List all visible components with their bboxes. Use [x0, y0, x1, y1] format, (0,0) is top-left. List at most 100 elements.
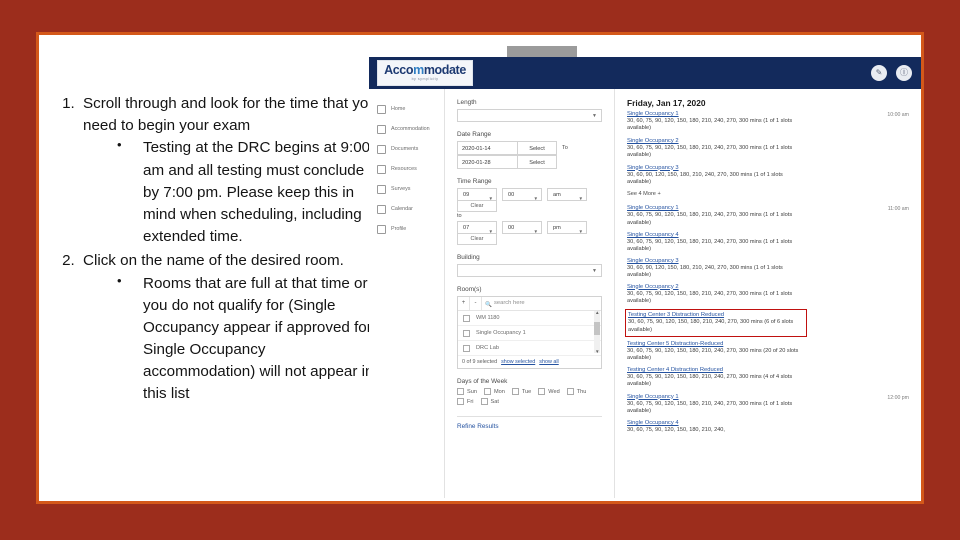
day-label-fri: Fri	[467, 398, 474, 405]
room-link[interactable]: Single Occupancy 4	[627, 420, 911, 426]
room-link[interactable]: Single Occupancy 3	[627, 258, 911, 264]
day-checkbox-sat[interactable]: Sat	[480, 398, 499, 405]
edit-icon[interactable]: ✎	[871, 65, 887, 81]
show-all-link[interactable]: show all	[539, 359, 558, 365]
refine-results-button[interactable]: Refine Results	[457, 416, 602, 430]
sidebar-label-resources: Resources	[391, 166, 417, 172]
room-availability: 30, 60, 75, 90, 120, 150, 180, 210, 240,…	[627, 400, 793, 414]
day-checkbox-fri[interactable]: Fri	[457, 398, 474, 405]
building-label: Building	[457, 254, 480, 261]
checkbox-icon[interactable]	[463, 344, 470, 352]
calendar-icon	[377, 204, 386, 214]
rooms-option-list[interactable]: WM 1180 Single Occupancy 1 DRC Lab ▲ ▼	[458, 310, 601, 356]
rooms-picker: + - search here WM 1180 Single Occupancy…	[457, 296, 602, 369]
show-selected-link[interactable]: show selected	[501, 359, 535, 365]
app-body: Home Accommodation Documents Resources S…	[369, 89, 921, 498]
days-of-week-group: Sun Mon Tue Wed Thu Fri Sat	[457, 388, 602, 405]
sidebar-item-surveys[interactable]: Surveys	[369, 179, 444, 199]
date-from-input[interactable]: 2020-01-14	[457, 141, 517, 155]
sidebar-item-profile[interactable]: Profile	[369, 219, 444, 239]
rooms-search-input[interactable]: search here	[482, 297, 601, 312]
rooms-option-row[interactable]: DRC Lab	[458, 341, 601, 356]
resources-icon	[377, 164, 386, 174]
checkbox-icon[interactable]	[483, 388, 491, 395]
group-time-label: 10:00 am	[887, 112, 909, 118]
rooms-option-row[interactable]: WM 1180	[458, 311, 601, 326]
step-1-sub-1: Testing at the DRC begins at 9:00 am and…	[117, 136, 379, 248]
room-availability: 30, 60, 75, 90, 120, 150, 180, 210, 240,…	[627, 144, 793, 159]
time-from-hour-select[interactable]: 09	[457, 188, 497, 205]
scroll-up-arrow-icon[interactable]: ▲	[595, 310, 600, 315]
date-range-to-label: To	[562, 145, 568, 151]
room-link[interactable]: Single Occupancy 1	[627, 205, 911, 211]
see-more-link[interactable]: See 4 More +	[627, 191, 911, 197]
result-item: Single Occupancy 4 30, 60, 75, 90, 120, …	[627, 232, 911, 254]
rooms-remove-button[interactable]: -	[470, 297, 482, 310]
date-to-select-button[interactable]: Select	[517, 155, 557, 169]
result-item: Testing Center 4 Distraction Reduced 30,…	[627, 367, 911, 389]
step-1-sublist: Testing at the DRC begins at 9:00 am and…	[95, 136, 379, 248]
room-link[interactable]: Single Occupancy 2	[627, 138, 911, 144]
scroll-down-arrow-icon[interactable]: ▼	[595, 349, 600, 354]
results-group-11am: 11:00 am Single Occupancy 1 30, 60, 75, …	[625, 205, 911, 389]
day-checkbox-wed[interactable]: Wed	[538, 388, 560, 395]
sidebar-item-resources[interactable]: Resources	[369, 159, 444, 179]
sidebar-nav: Home Accommodation Documents Resources S…	[369, 89, 445, 498]
date-from-row: 2020-01-14 Select To	[457, 141, 602, 155]
step-2-text: Click on the name of the desired room.	[83, 252, 344, 270]
checkbox-icon[interactable]	[566, 388, 574, 395]
rooms-option-row[interactable]: Single Occupancy 1	[458, 326, 601, 341]
day-checkbox-sun[interactable]: Sun	[457, 388, 477, 395]
user-icon[interactable]: Ⓘ	[896, 65, 912, 81]
scrollbar-thumb[interactable]	[594, 322, 600, 335]
date-to-input[interactable]: 2020-01-28	[457, 155, 517, 169]
time-to-minute-select[interactable]: 00	[502, 221, 542, 238]
result-item: Single Occupancy 2 30, 60, 75, 90, 120, …	[627, 138, 911, 160]
checkbox-icon[interactable]	[457, 388, 464, 395]
sidebar-item-accommodation[interactable]: Accommodation	[369, 119, 444, 139]
room-link-highlighted[interactable]: Testing Center 3 Distraction Reduced	[628, 312, 803, 318]
room-link[interactable]: Testing Center 5 Distraction-Reduced	[627, 341, 911, 347]
sidebar-label-calendar: Calendar	[391, 206, 413, 212]
date-from-select-button[interactable]: Select	[517, 141, 557, 155]
building-select[interactable]	[457, 264, 602, 277]
day-checkbox-thu[interactable]: Thu	[566, 388, 586, 395]
room-link[interactable]: Testing Center 4 Distraction Reduced	[627, 367, 911, 373]
day-checkbox-tue[interactable]: Tue	[511, 388, 532, 395]
room-availability: 30, 60, 75, 90, 120, 150, 180, 210, 240,…	[627, 373, 793, 388]
room-link[interactable]: Single Occupancy 2	[627, 284, 911, 290]
step-2-sublist: Rooms that are full at that time or you …	[95, 271, 379, 406]
checkbox-icon[interactable]	[480, 398, 488, 405]
accommodate-logo[interactable]: Accommodate by symplicity	[377, 60, 473, 86]
checkbox-icon[interactable]	[463, 314, 470, 322]
day-label-sun: Sun	[467, 388, 477, 395]
sidebar-item-calendar[interactable]: Calendar	[369, 199, 444, 219]
day-checkbox-mon[interactable]: Mon	[483, 388, 505, 395]
room-link[interactable]: Single Occupancy 3	[627, 165, 911, 171]
rooms-add-button[interactable]: +	[458, 297, 470, 310]
time-to-ampm-select[interactable]: pm	[547, 221, 587, 238]
profile-icon	[377, 224, 386, 234]
day-label-tue: Tue	[521, 388, 532, 395]
days-of-week-label: Days of the Week	[457, 378, 508, 385]
room-link[interactable]: Single Occupancy 1	[627, 394, 911, 400]
logo-text-part2: modate	[423, 62, 466, 77]
surveys-icon	[377, 184, 386, 194]
checkbox-icon[interactable]	[463, 329, 470, 337]
room-link[interactable]: Single Occupancy 4	[627, 232, 911, 238]
time-from-ampm-select[interactable]: am	[547, 188, 587, 205]
sidebar-item-documents[interactable]: Documents	[369, 139, 444, 159]
checkbox-icon[interactable]	[457, 398, 464, 405]
room-link[interactable]: Single Occupancy 1	[627, 111, 911, 117]
checkbox-icon[interactable]	[538, 388, 546, 395]
time-to-hour-select[interactable]: 07	[457, 221, 497, 238]
time-to-row: 07 00 pm	[457, 221, 602, 238]
sidebar-item-home[interactable]: Home	[369, 99, 444, 119]
sidebar-label-home: Home	[391, 106, 406, 112]
time-range-label: Time Range	[457, 178, 492, 185]
rooms-scrollbar[interactable]: ▲ ▼	[594, 310, 600, 354]
checkbox-icon[interactable]	[511, 388, 519, 395]
rooms-option-label: Single Occupancy 1	[476, 330, 526, 336]
time-from-minute-select[interactable]: 00	[502, 188, 542, 205]
length-select[interactable]	[457, 109, 602, 122]
